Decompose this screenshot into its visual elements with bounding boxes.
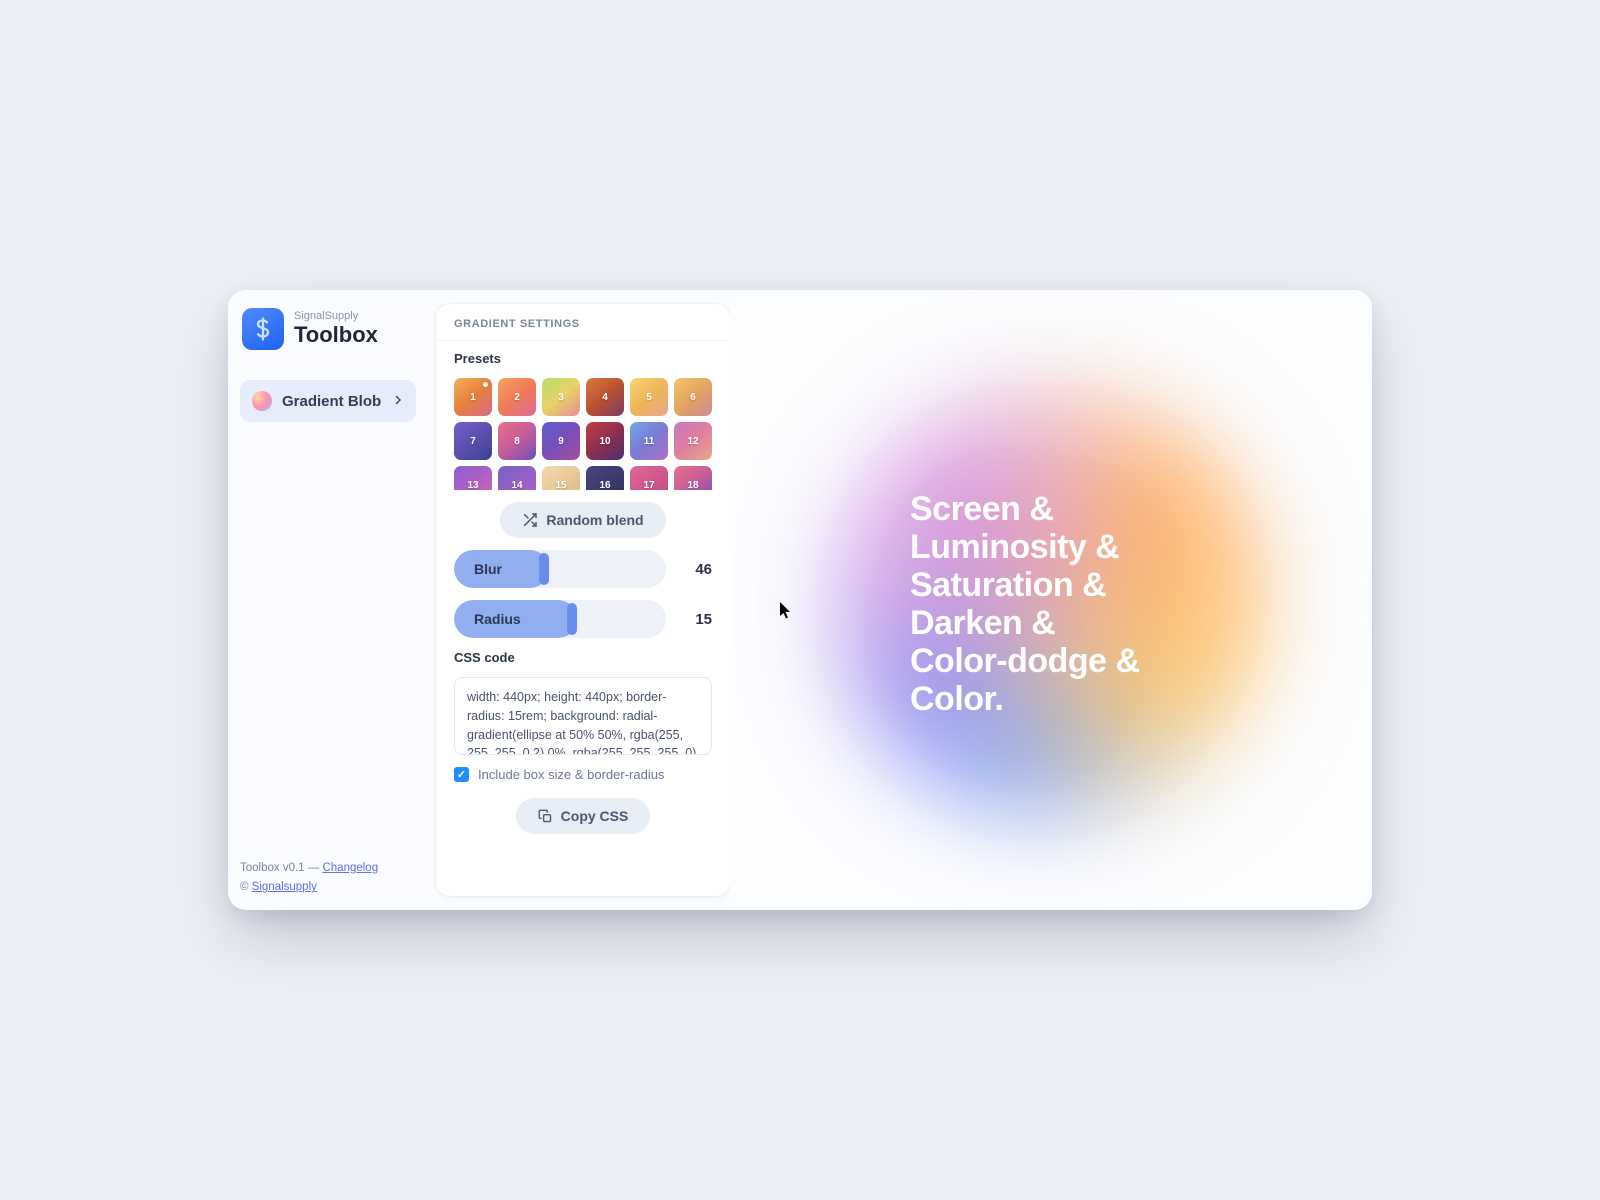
preview-canvas: Screen &Luminosity &Saturation &Darken &… [730,290,1372,910]
preset-1[interactable]: 1 [454,378,492,416]
panel-body: Presets 123456789101112131415161718 Rand… [436,341,730,850]
panel-title: GRADIENT SETTINGS [454,318,712,330]
radius-slider[interactable]: Radius [454,600,666,638]
blur-slider-label: Blur [474,561,502,577]
preset-3[interactable]: 3 [542,378,580,416]
radius-value: 15 [684,611,712,628]
panel-header: GRADIENT SETTINGS [436,304,730,341]
blur-slider[interactable]: Blur [454,550,666,588]
sidebar: SignalSupply Toolbox Gradient Blob Toolb… [228,290,428,910]
preset-14[interactable]: 14 [498,466,536,490]
radius-slider-row: Radius 15 [454,600,712,638]
blur-value: 46 [684,561,712,578]
preset-15[interactable]: 15 [542,466,580,490]
css-output[interactable]: width: 440px; height: 440px; border-radi… [454,677,712,755]
include-box-checkbox[interactable]: ✓ [454,767,469,782]
preset-6[interactable]: 6 [674,378,712,416]
copy-css-label: Copy CSS [561,808,629,824]
brand-link[interactable]: Signalsupply [252,881,317,893]
include-box-label: Include box size & border-radius [478,767,664,782]
version-text: Toolbox v0.1 — [240,862,322,874]
brand-logo-icon [242,308,284,350]
mouse-cursor-icon [780,602,791,618]
shuffle-icon [522,512,538,528]
chevron-right-icon [392,393,404,410]
preset-12[interactable]: 12 [674,422,712,460]
nav: Gradient Blob [240,380,416,422]
copyright-prefix: © [240,881,252,893]
random-blend-label: Random blend [546,512,643,528]
nav-item-gradient-blob[interactable]: Gradient Blob [240,380,416,422]
random-blend-button[interactable]: Random blend [500,502,665,538]
preset-grid: 123456789101112131415161718 [454,378,712,490]
include-box-row: ✓ Include box size & border-radius [454,767,712,782]
preset-5[interactable]: 5 [630,378,668,416]
brand-text: SignalSupply Toolbox [294,310,378,348]
blur-slider-row: Blur 46 [454,550,712,588]
copy-css-button[interactable]: Copy CSS [516,798,651,834]
preset-4[interactable]: 4 [586,378,624,416]
preset-2[interactable]: 2 [498,378,536,416]
preset-11[interactable]: 11 [630,422,668,460]
sidebar-footer: Toolbox v0.1 — Changelog © Signalsupply [240,859,416,898]
preview-headline: Screen &Luminosity &Saturation &Darken &… [910,490,1312,718]
preset-10[interactable]: 10 [586,422,624,460]
preset-13[interactable]: 13 [454,466,492,490]
blur-slider-thumb[interactable] [539,553,549,585]
changelog-link[interactable]: Changelog [322,862,378,874]
preset-17[interactable]: 17 [630,466,668,490]
presets-label: Presets [454,351,712,366]
radius-slider-thumb[interactable] [567,603,577,635]
gradient-swatch-icon [252,391,272,411]
copy-icon [538,809,553,824]
brand-title: Toolbox [294,322,378,347]
preset-8[interactable]: 8 [498,422,536,460]
nav-item-label: Gradient Blob [282,393,381,410]
app-window: SignalSupply Toolbox Gradient Blob Toolb… [228,290,1372,910]
preset-18[interactable]: 18 [674,466,712,490]
radius-slider-label: Radius [474,611,521,627]
preset-7[interactable]: 7 [454,422,492,460]
brand-subtitle: SignalSupply [294,310,378,322]
css-code-label: CSS code [454,650,712,665]
settings-panel: GRADIENT SETTINGS Presets 12345678910111… [436,304,730,896]
brand: SignalSupply Toolbox [240,308,416,350]
preset-9[interactable]: 9 [542,422,580,460]
preset-16[interactable]: 16 [586,466,624,490]
